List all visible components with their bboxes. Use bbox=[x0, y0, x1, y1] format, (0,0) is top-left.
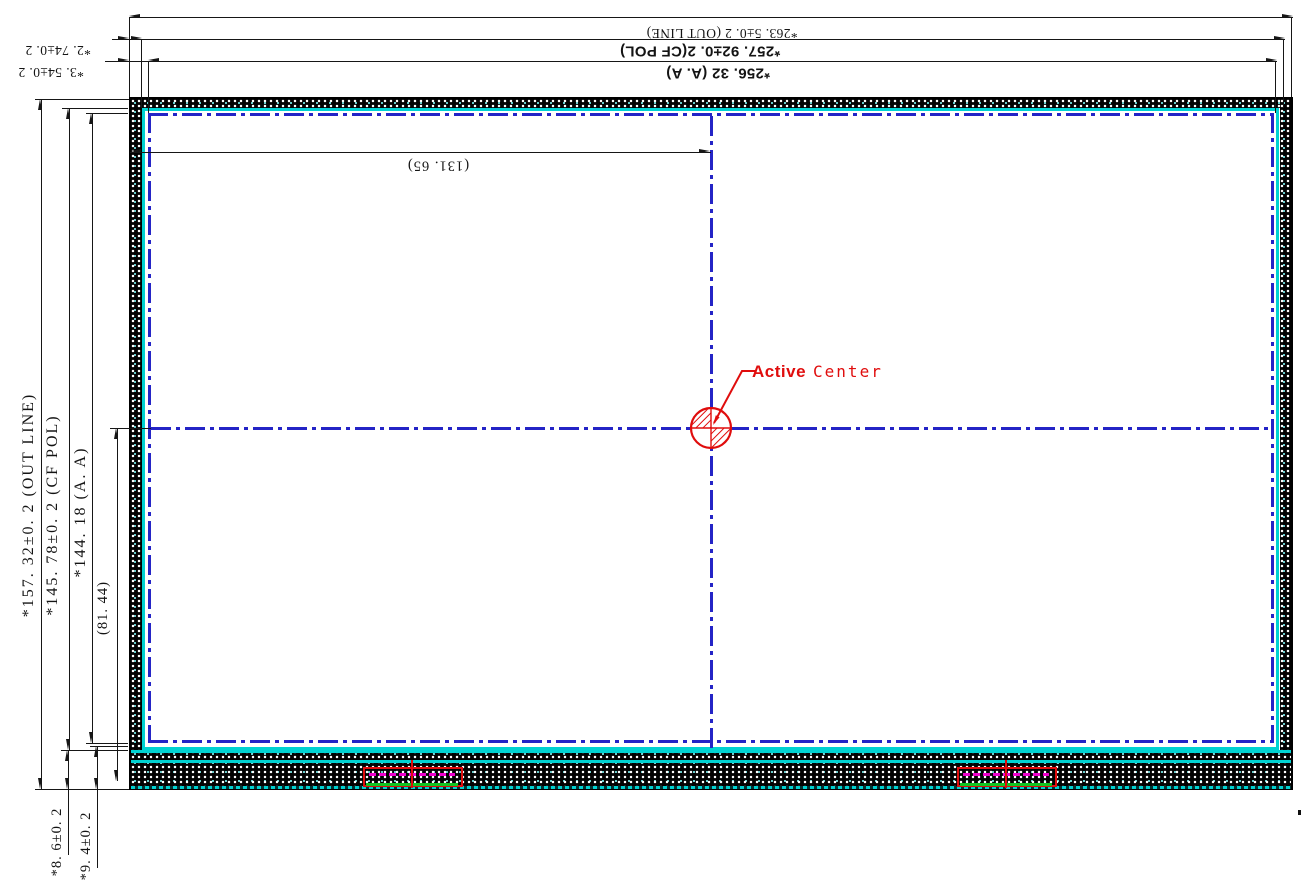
bezel-bottom-cyan-dotted bbox=[131, 786, 1291, 789]
dim-line-aa-height bbox=[92, 113, 93, 743]
dim-text-aa-height: *144. 18 (A. A) bbox=[73, 447, 89, 578]
stray-mark bbox=[1298, 810, 1301, 815]
arrowhead bbox=[129, 14, 140, 18]
arrowhead bbox=[114, 428, 118, 439]
dim-line-half-height bbox=[117, 428, 118, 781]
arrowhead bbox=[114, 770, 118, 781]
arrowhead bbox=[66, 108, 70, 119]
dim-text-outline-width: *263. 5±0. 2 (OUT LINE) bbox=[646, 26, 797, 40]
bezel-stipple-left bbox=[131, 99, 142, 786]
dim-text-center-offset: (131. 65) bbox=[407, 158, 469, 173]
fpc-centerline-right bbox=[1005, 760, 1008, 788]
extension-line bbox=[62, 108, 128, 109]
arrowhead bbox=[38, 778, 42, 789]
arrowhead bbox=[94, 778, 98, 789]
dim-text-edge-gap-cf: *2. 74±0. 2 bbox=[25, 43, 91, 57]
dim-line-outline-height bbox=[41, 99, 42, 789]
arrowhead bbox=[65, 778, 69, 789]
dim-text-outline-height: *157. 32±0. 2 (OUT LINE) bbox=[21, 393, 37, 617]
dim-line-outline-width bbox=[129, 17, 1293, 18]
aa-border-right bbox=[1271, 113, 1274, 743]
dim-line-bottom-gap2 bbox=[97, 746, 98, 868]
extension-line bbox=[35, 789, 129, 790]
extension-line bbox=[148, 61, 149, 113]
active-center-label: Active Center bbox=[752, 362, 883, 382]
dim-text-bottom-gap2: *9. 4±0. 2 bbox=[79, 812, 94, 881]
bezel-stipple-bottom bbox=[131, 750, 1291, 786]
arrowhead bbox=[38, 99, 42, 110]
dim-line-aa-width bbox=[105, 61, 1277, 62]
arrowhead bbox=[130, 149, 141, 153]
bezel-stipple-top bbox=[131, 99, 1291, 108]
dim-text-cfpol-width: *257. 92±0. 2(CF POL) bbox=[620, 44, 780, 59]
bezel-stipple-right bbox=[1280, 99, 1291, 786]
extension-line bbox=[35, 99, 129, 100]
arrowhead bbox=[118, 58, 129, 62]
arrowhead bbox=[148, 58, 159, 62]
dim-text-aa-width: *256. 32 (A. A) bbox=[666, 66, 770, 81]
dim-text-cfpol-height: *145. 78±0. 2 (CF POL) bbox=[45, 414, 61, 615]
arrowhead bbox=[89, 113, 93, 124]
active-center-word-bold: Active bbox=[752, 362, 806, 382]
hatched-quadrant-bottomright bbox=[711, 428, 731, 448]
arrowhead bbox=[118, 36, 129, 40]
dim-text-half-height: (81. 44) bbox=[96, 581, 111, 635]
arrowhead bbox=[94, 746, 98, 757]
dim-line-bottom-gap1 bbox=[68, 750, 69, 855]
arrowhead bbox=[699, 149, 710, 153]
bezel-mid-cyan-line bbox=[131, 760, 1291, 764]
arrowhead bbox=[89, 732, 93, 743]
active-center-word-light: Center bbox=[813, 362, 883, 381]
extension-line bbox=[86, 743, 128, 744]
extension-line bbox=[1283, 39, 1284, 108]
extension-line bbox=[1275, 61, 1276, 113]
dim-line-cfpol-height bbox=[69, 108, 70, 750]
hatched-quadrant-topleft bbox=[691, 408, 711, 428]
arrowhead bbox=[66, 739, 70, 750]
extension-line bbox=[141, 39, 142, 108]
arrowhead bbox=[65, 750, 69, 761]
fpc-centerline-left bbox=[411, 760, 414, 788]
extension-line bbox=[1291, 17, 1292, 97]
dim-line-center-offset bbox=[130, 152, 711, 153]
engineering-drawing-canvas: Active Center *263. 5±0. 2 (OUT LINE) *2… bbox=[0, 0, 1303, 893]
extension-line bbox=[129, 17, 130, 97]
dim-text-bottom-gap1: *8. 6±0. 2 bbox=[50, 808, 65, 877]
dim-text-edge-gap-aa: *3. 54±0. 2 bbox=[18, 65, 84, 79]
